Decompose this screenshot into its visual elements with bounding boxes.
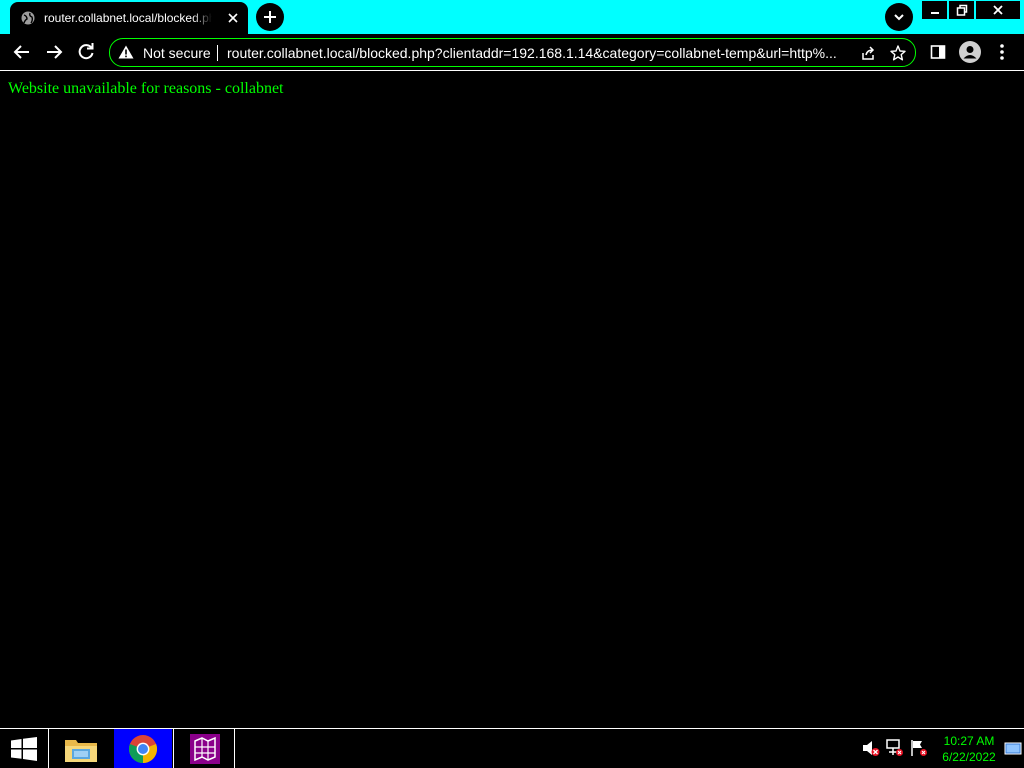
page-content: Website unavailable for reasons - collab…: [0, 71, 1024, 728]
app-icon: [190, 733, 220, 764]
forward-button[interactable]: [42, 40, 66, 64]
star-icon: [890, 45, 906, 61]
plus-icon: [264, 11, 276, 23]
warning-icon: [118, 45, 134, 59]
chrome-taskbar-button[interactable]: [114, 729, 172, 768]
browser-titlebar: router.collabnet.local/blocked.php?clien…: [0, 0, 1024, 34]
show-desktop-icon[interactable]: [1004, 740, 1022, 758]
reload-button[interactable]: [74, 40, 98, 64]
profile-icon: [959, 41, 981, 63]
tab-title: router.collabnet.local/blocked.php?clien…: [44, 11, 212, 25]
address-bar[interactable]: Not secure router.collabnet.local/blocke…: [109, 38, 916, 67]
file-explorer-button[interactable]: [52, 729, 110, 768]
tab-search-button[interactable]: [885, 3, 913, 31]
clock-time: 10:27 AM: [943, 734, 995, 748]
close-window-button[interactable]: [976, 1, 1020, 19]
start-icon: [11, 736, 37, 761]
new-tab-button[interactable]: [256, 3, 284, 31]
minimize-button[interactable]: [922, 1, 947, 19]
side-panel-button[interactable]: [926, 40, 950, 64]
system-clock[interactable]: 10:27 AM 6/22/2022: [936, 733, 1002, 765]
back-icon: [13, 45, 29, 59]
reload-icon: [78, 43, 94, 60]
close-icon: [993, 5, 1003, 15]
globe-icon: [21, 11, 35, 25]
taskbar: 10:27 AM 6/22/2022: [0, 728, 1024, 768]
tab-close-icon[interactable]: [226, 11, 240, 25]
file-explorer-icon: [65, 739, 97, 762]
restore-icon: [956, 4, 967, 16]
clock-date: 6/22/2022: [942, 750, 996, 764]
share-button[interactable]: [859, 44, 877, 62]
network-icon[interactable]: [886, 739, 904, 757]
blocked-message: Website unavailable for reasons - collab…: [8, 80, 284, 97]
menu-icon: [1000, 44, 1004, 60]
share-icon: [862, 46, 875, 60]
side-panel-icon: [930, 45, 946, 59]
app-taskbar-button[interactable]: [176, 729, 234, 768]
minimize-icon: [930, 12, 939, 14]
taskbar-separator: [234, 729, 235, 768]
action-center-flag-icon[interactable]: [910, 739, 928, 757]
profile-button[interactable]: [958, 40, 982, 64]
url-text[interactable]: router.collabnet.local/blocked.php?clien…: [227, 45, 847, 61]
chevron-down-icon: [894, 14, 904, 21]
browser-toolbar: Not secure router.collabnet.local/blocke…: [0, 34, 1024, 70]
menu-button[interactable]: [990, 40, 1014, 64]
forward-icon: [47, 45, 63, 59]
taskbar-separator: [173, 729, 174, 768]
bookmark-button[interactable]: [889, 44, 907, 62]
restore-button[interactable]: [949, 1, 974, 19]
omnibox-divider: [217, 45, 218, 61]
speaker-muted-icon[interactable]: [862, 739, 880, 757]
chrome-icon: [128, 734, 158, 763]
start-button[interactable]: [0, 729, 48, 768]
taskbar-separator: [48, 729, 49, 768]
browser-tab[interactable]: router.collabnet.local/blocked.php?clien…: [10, 2, 248, 34]
security-status[interactable]: Not secure: [143, 45, 211, 61]
back-button[interactable]: [10, 40, 34, 64]
